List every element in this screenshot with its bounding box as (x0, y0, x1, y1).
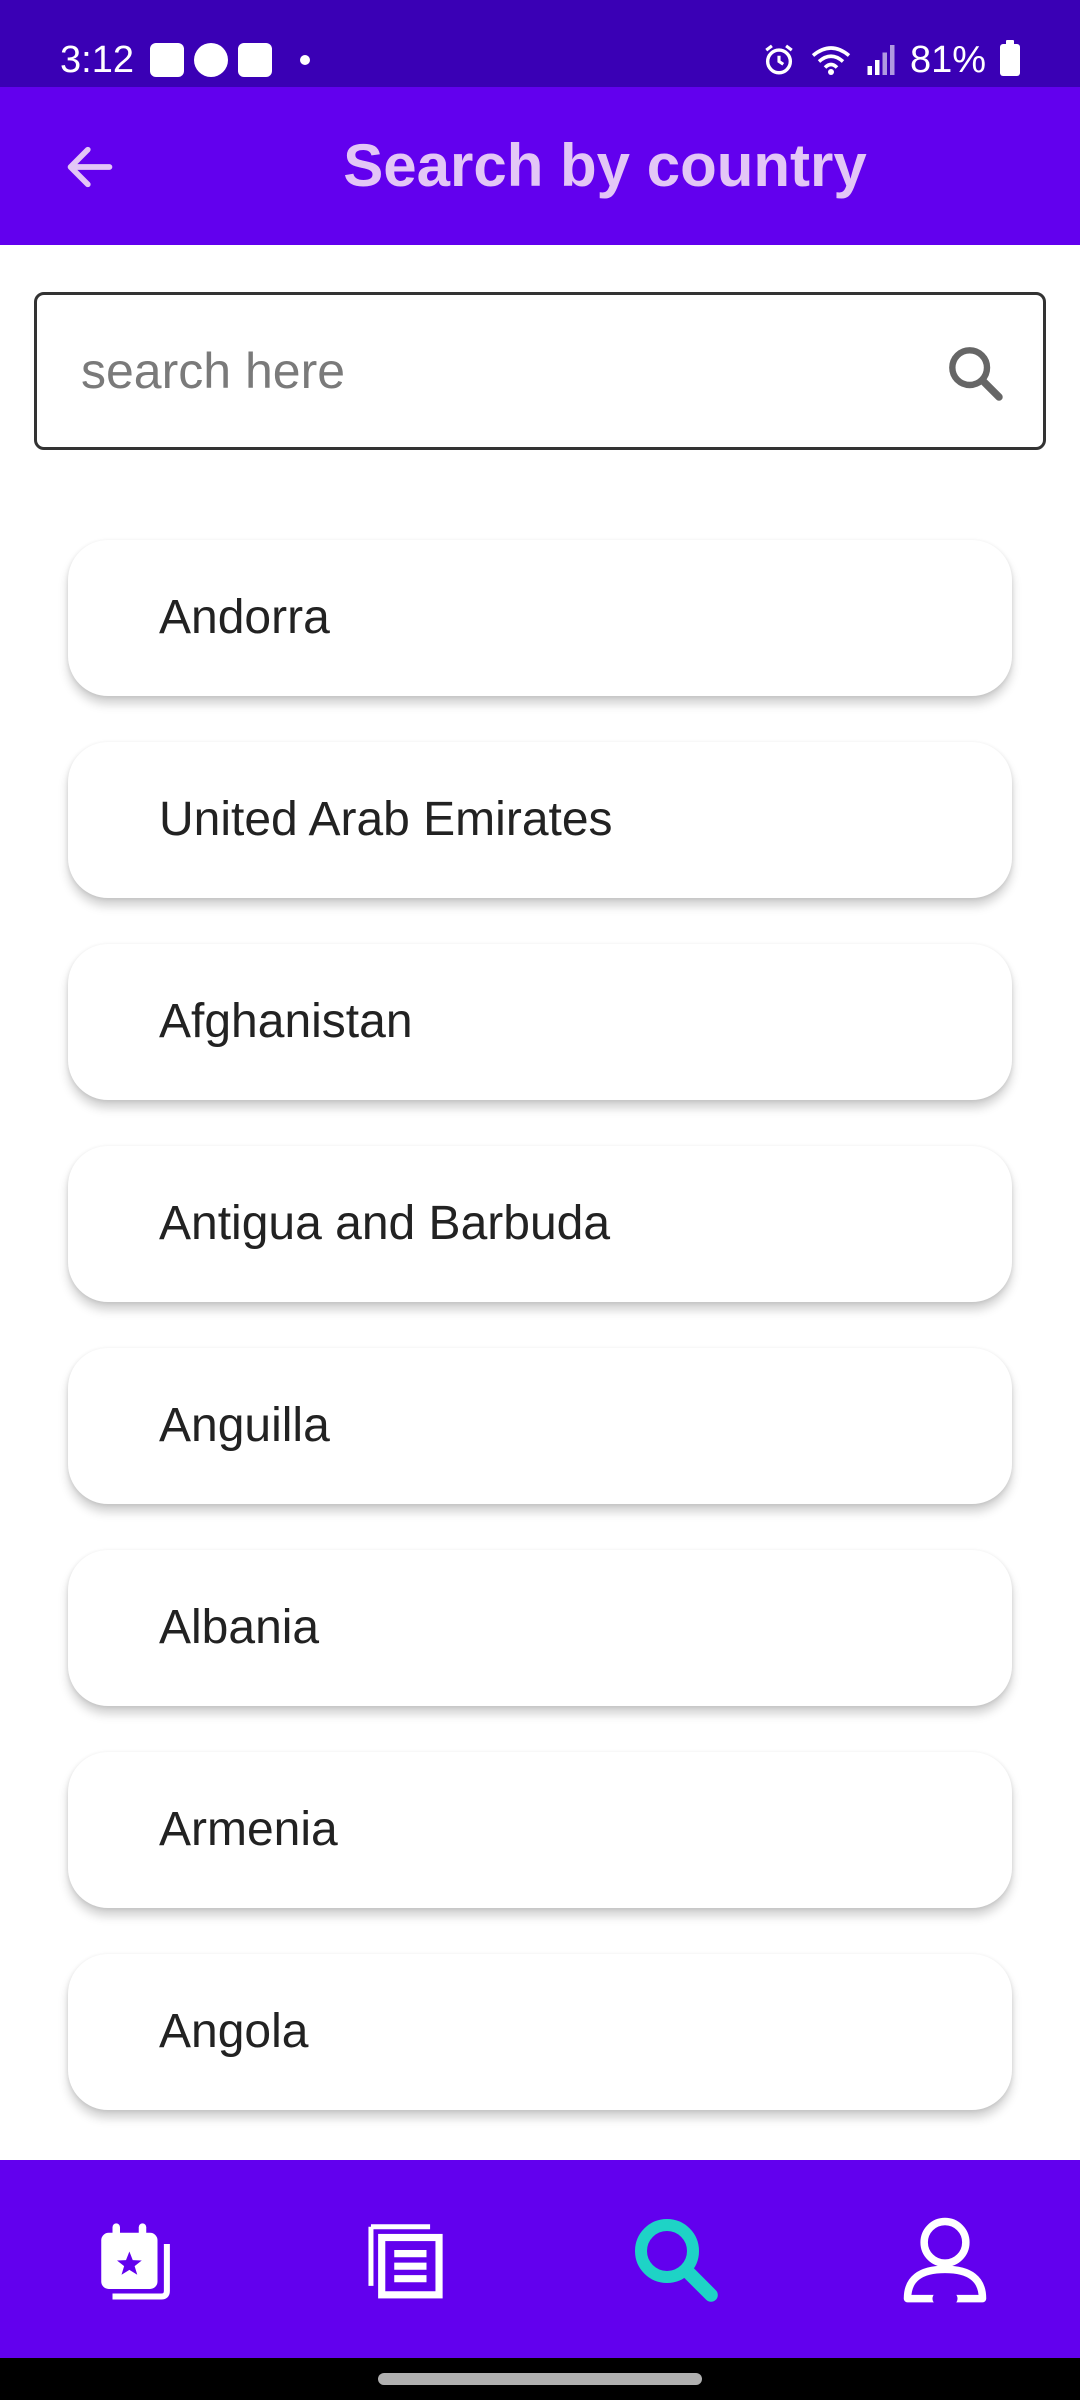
battery-icon (1000, 40, 1020, 76)
status-system-icons: 81% (762, 38, 1020, 82)
battery-percentage: 81% (909, 39, 986, 81)
country-name: Anguilla (159, 1399, 330, 1452)
app-bar: Search by country (0, 87, 1080, 245)
country-name: Armenia (159, 1803, 338, 1856)
nav-profile[interactable] (890, 2204, 1000, 2314)
search-box[interactable] (34, 292, 1046, 450)
search-icon (635, 2219, 718, 2302)
search-icon (949, 347, 1003, 401)
wifi-icon (811, 46, 851, 75)
country-item[interactable]: United Arab Emirates (68, 742, 1012, 898)
page-title: Search by country (343, 132, 867, 199)
search-button[interactable] (943, 341, 1007, 405)
country-name: Albania (159, 1601, 320, 1654)
bottom-navigation (0, 2160, 1080, 2358)
gesture-navigation-bar (0, 2358, 1080, 2400)
nav-list[interactable] (350, 2204, 460, 2314)
country-item[interactable]: Afghanistan (68, 944, 1012, 1100)
calendar-star-icon (101, 2223, 170, 2300)
country-list: Andorra United Arab Emirates Afghanistan… (68, 540, 1012, 2156)
facebook-icon (194, 43, 228, 77)
status-notification-icons (150, 43, 310, 77)
outlook-icon (238, 43, 272, 77)
status-bar: 3:12 81% (0, 0, 1080, 87)
list-pages-icon (368, 2224, 443, 2299)
notification-dot (300, 55, 310, 65)
country-name: Afghanistan (159, 995, 413, 1048)
country-item[interactable]: Angola (68, 1954, 1012, 2110)
country-name: Andorra (159, 591, 330, 644)
nav-events[interactable] (80, 2204, 190, 2314)
alarm-icon (765, 44, 793, 75)
country-item[interactable]: Andorra (68, 540, 1012, 696)
gallery-icon (150, 43, 184, 77)
country-item[interactable]: Antigua and Barbuda (68, 1146, 1012, 1302)
country-item[interactable]: Armenia (68, 1752, 1012, 1908)
signal-icon (867, 45, 895, 75)
status-time: 3:12 (60, 39, 134, 81)
home-gesture-handle[interactable] (378, 2373, 702, 2385)
country-name: Antigua and Barbuda (159, 1197, 611, 1250)
country-name: United Arab Emirates (159, 793, 613, 846)
country-item[interactable]: Albania (68, 1550, 1012, 1706)
search-input[interactable] (81, 295, 921, 447)
country-item[interactable]: Anguilla (68, 1348, 1012, 1504)
country-name: Angola (159, 2005, 309, 2058)
person-icon (903, 2217, 987, 2305)
nav-search[interactable] (620, 2204, 730, 2314)
